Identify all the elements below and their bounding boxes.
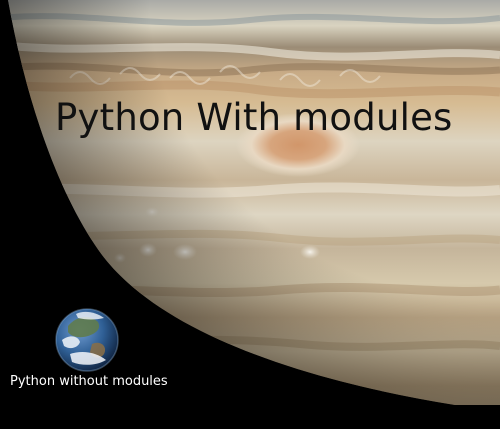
space-illustration xyxy=(0,0,500,429)
big-caption: Python With modules xyxy=(55,96,453,139)
scene: Python With modules Python without modul… xyxy=(0,0,500,429)
small-caption: Python without modules xyxy=(10,374,168,389)
earth-icon xyxy=(55,308,119,372)
